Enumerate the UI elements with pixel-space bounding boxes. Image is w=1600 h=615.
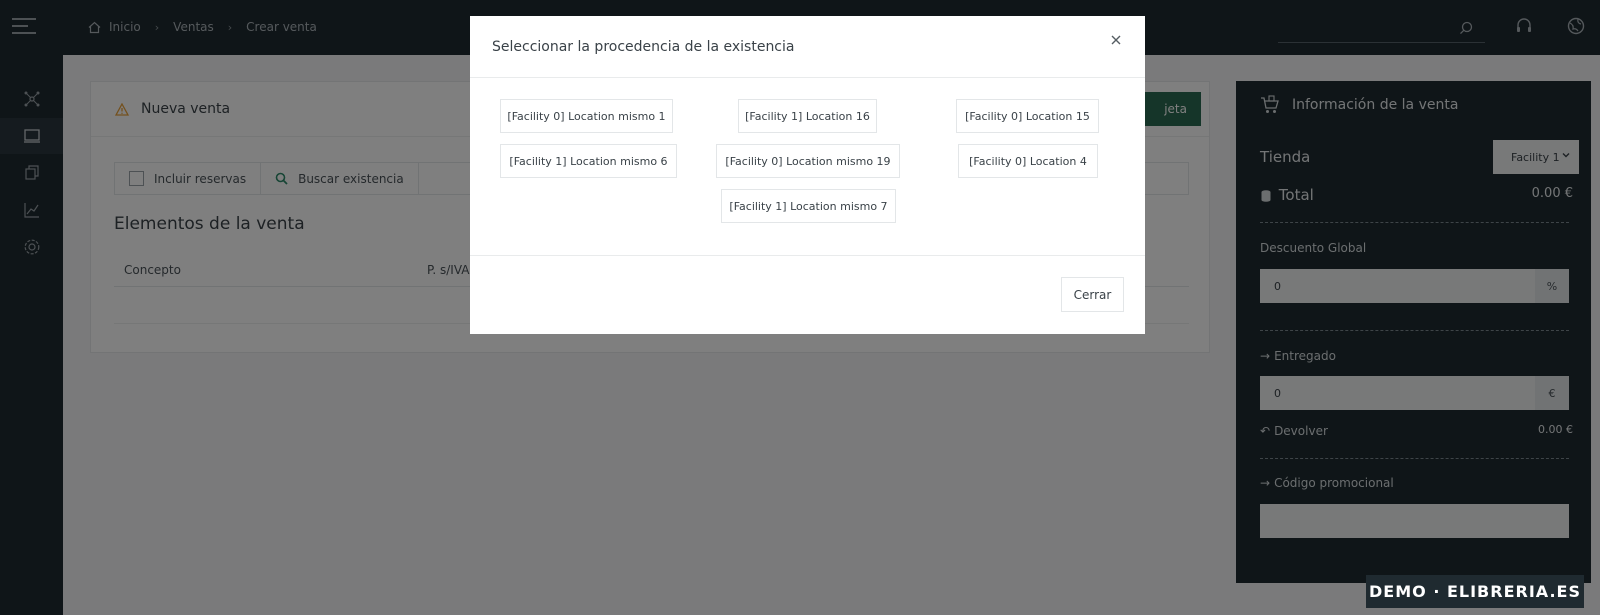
demo-watermark: DEMO · ELIBRERIA.ES <box>1366 575 1584 608</box>
modal-body: [Facility 0] Location mismo 1 [Facility … <box>470 79 1145 254</box>
stock-source-modal: Seleccionar la procedencia de la existen… <box>470 16 1145 334</box>
location-button[interactable]: [Facility 1] Location mismo 7 <box>721 189 896 223</box>
location-button[interactable]: [Facility 1] Location 16 <box>738 99 877 133</box>
close-icon[interactable] <box>1109 32 1123 46</box>
location-button[interactable]: [Facility 0] Location mismo 1 <box>500 99 673 133</box>
modal-footer: Cerrar <box>470 255 1145 334</box>
modal-header: Seleccionar la procedencia de la existen… <box>470 16 1145 78</box>
location-button[interactable]: [Facility 0] Location 4 <box>958 144 1098 178</box>
location-button[interactable]: [Facility 0] Location 15 <box>956 99 1099 133</box>
location-button[interactable]: [Facility 1] Location mismo 6 <box>500 144 677 178</box>
location-button[interactable]: [Facility 0] Location mismo 19 <box>716 144 900 178</box>
modal-title: Seleccionar la procedencia de la existen… <box>492 38 795 55</box>
close-button[interactable]: Cerrar <box>1061 277 1124 312</box>
